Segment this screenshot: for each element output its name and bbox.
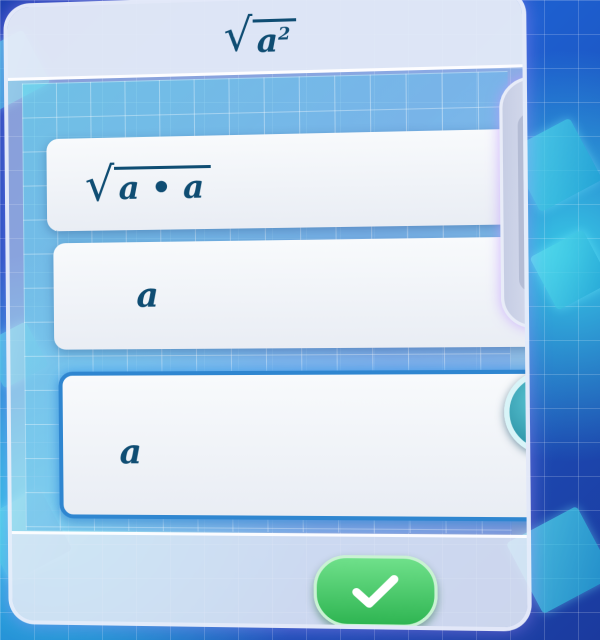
confirm-button[interactable] — [313, 555, 438, 628]
answer-option-2[interactable]: a — [53, 236, 532, 349]
option-1-radicand: a • a — [114, 165, 210, 204]
formula-base: a — [257, 21, 279, 60]
options-scrollbar[interactable] — [499, 76, 532, 329]
formula-header: √ a2 — [7, 0, 522, 81]
answer-option-3-selected[interactable]: a — [58, 369, 531, 522]
option-1-formula: √ a • a — [85, 159, 211, 208]
header-formula: √ a2 — [223, 12, 296, 59]
radical-sign: √ — [85, 161, 115, 208]
question-panel: √ a2 √ a • a a a — [3, 0, 532, 632]
header-radicand: a2 — [252, 18, 296, 57]
answer-option-1[interactable]: √ a • a — [46, 129, 515, 231]
panel-footer — [12, 531, 528, 627]
panel-frame: √ a2 √ a • a a a — [3, 0, 532, 632]
option-2-text: a — [136, 275, 159, 316]
option-3-text: a — [119, 432, 142, 472]
radical-sign: √ — [223, 13, 252, 59]
formula-exponent: 2 — [278, 24, 290, 45]
checkmark-icon — [352, 574, 399, 609]
